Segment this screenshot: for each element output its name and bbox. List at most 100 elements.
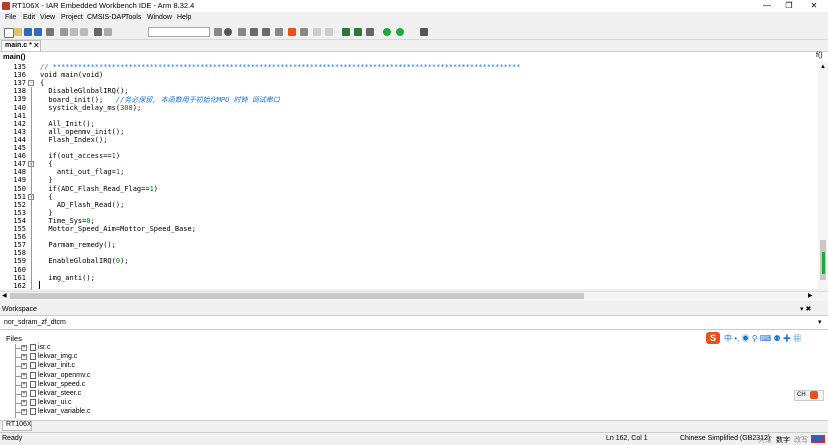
scroll-up-icon[interactable]: ▲ bbox=[820, 64, 826, 70]
code-line[interactable]: DisableGlobalIRQ(); bbox=[40, 87, 128, 95]
scroll-right-icon[interactable]: ▶ bbox=[808, 292, 813, 299]
tab-rt106x[interactable]: RT106X bbox=[2, 421, 32, 431]
open-file-icon[interactable] bbox=[14, 28, 22, 36]
toggle-bookmark-icon[interactable] bbox=[262, 28, 270, 36]
find-combo[interactable] bbox=[148, 27, 210, 37]
new-file-icon[interactable] bbox=[4, 28, 14, 38]
line-number: 154 bbox=[13, 216, 26, 225]
go-to-icon[interactable] bbox=[250, 28, 258, 36]
code-line[interactable]: // *************************************… bbox=[40, 63, 520, 71]
code-line[interactable]: if(ADC_Flash_Read_Flag==1) bbox=[40, 185, 158, 193]
find-icon[interactable] bbox=[224, 28, 232, 36]
code-line[interactable]: Parmam_remedy(); bbox=[40, 241, 115, 249]
encoding: Chinese Simplified (GB2312) bbox=[680, 435, 771, 442]
code-line[interactable]: { bbox=[40, 160, 52, 168]
code-line[interactable]: { bbox=[40, 193, 52, 201]
undo-icon[interactable] bbox=[94, 28, 102, 36]
ime-mini-indicator[interactable]: CH bbox=[794, 390, 824, 401]
run-icon[interactable] bbox=[383, 28, 391, 36]
save-all-icon[interactable] bbox=[34, 28, 42, 36]
line-number: 138 bbox=[13, 87, 26, 96]
code-line[interactable]: Time_Sys=0; bbox=[40, 217, 94, 225]
menu-cmsis-dap[interactable]: CMSIS-DAP bbox=[87, 14, 126, 21]
code-line[interactable]: void main(void) bbox=[40, 71, 103, 79]
ime-logo-icon[interactable]: S bbox=[706, 332, 720, 344]
current-function[interactable]: main() bbox=[3, 52, 26, 61]
code-line[interactable]: EnableGlobalIRQ(0); bbox=[40, 257, 128, 265]
expand-icon[interactable]: + bbox=[21, 363, 27, 370]
expand-icon[interactable]: + bbox=[21, 345, 27, 351]
scroll-left-icon[interactable]: ◀ bbox=[2, 292, 7, 299]
file-tree-item[interactable]: + lekvar_img.c bbox=[0, 353, 815, 362]
print-icon[interactable] bbox=[46, 28, 54, 36]
menu-view[interactable]: View bbox=[40, 14, 55, 21]
file-tree-item[interactable]: + isr.c bbox=[0, 344, 815, 353]
close-window-button[interactable]: ✕ bbox=[803, 0, 825, 12]
menu-file[interactable]: File bbox=[5, 14, 16, 21]
workspace-config-select[interactable]: nor_sdram_zf_dtcm ▾ bbox=[0, 317, 828, 330]
code-line[interactable]: img_anti(); bbox=[40, 274, 94, 282]
debug-no-download-icon[interactable] bbox=[354, 28, 362, 36]
menu-edit[interactable]: Edit bbox=[23, 14, 35, 21]
chevron-down-icon[interactable]: ▾ bbox=[818, 318, 822, 326]
expand-icon[interactable]: + bbox=[21, 409, 27, 416]
compile-icon[interactable] bbox=[313, 28, 321, 36]
back-icon[interactable] bbox=[275, 28, 283, 36]
code-line[interactable]: all_openmv_init(); bbox=[40, 128, 124, 136]
ime-toolbar[interactable]: S 中 •, ◉ ⚲ ⌨ ⚉ ✚ ▦ bbox=[706, 332, 826, 344]
workspace-window-controls[interactable]: ▾ ✖ bbox=[800, 305, 811, 313]
save-icon[interactable] bbox=[24, 28, 32, 36]
code-line[interactable]: { bbox=[40, 79, 44, 87]
menu-help[interactable]: Help bbox=[177, 14, 191, 21]
expand-icon[interactable]: + bbox=[21, 391, 27, 397]
download-debug-icon[interactable] bbox=[342, 28, 350, 36]
breakpoint-icon[interactable] bbox=[366, 28, 374, 36]
code-line[interactable]: All_Init(); bbox=[40, 120, 94, 128]
restore-button[interactable]: ❐ bbox=[778, 0, 800, 12]
tab-main-c[interactable]: main.c * ✕ bbox=[1, 40, 41, 51]
code-line[interactable]: AD_Flash_Read(); bbox=[40, 201, 124, 209]
editor-vertical-scrollbar[interactable]: ▲ bbox=[818, 62, 828, 289]
stop-build-icon[interactable] bbox=[396, 28, 404, 36]
file-tree-item[interactable]: + lekvar_steer.c bbox=[0, 390, 815, 399]
bookmark-icon[interactable] bbox=[288, 28, 296, 36]
fold-toggle-icon[interactable]: − bbox=[28, 80, 34, 87]
paste-icon[interactable] bbox=[80, 28, 88, 36]
forward-icon[interactable] bbox=[300, 28, 308, 36]
file-tree-item[interactable]: + lekvar_speed.c bbox=[0, 380, 815, 390]
expand-icon[interactable]: + bbox=[21, 381, 27, 388]
copy-icon[interactable] bbox=[70, 28, 78, 36]
make-icon[interactable] bbox=[325, 28, 333, 36]
code-line[interactable]: } bbox=[40, 176, 52, 184]
cut-icon[interactable] bbox=[60, 28, 68, 36]
file-tree-item[interactable]: + lekvar_variable.c bbox=[0, 408, 815, 417]
horizontal-scroll-thumb[interactable] bbox=[10, 293, 584, 299]
toolbar bbox=[0, 25, 828, 40]
menu-tools[interactable]: Tools bbox=[125, 14, 141, 21]
code-line[interactable]: Flash_Index(); bbox=[40, 136, 107, 144]
redo-icon[interactable] bbox=[104, 28, 112, 36]
file-tree-item[interactable]: + lekvar_init.c bbox=[0, 362, 815, 371]
code-line[interactable]: if(out_access==1) bbox=[40, 152, 120, 160]
find-prev-icon[interactable] bbox=[214, 28, 222, 36]
menu-project[interactable]: Project bbox=[61, 14, 83, 21]
status-bar: Ready Ln 162, Col 1 Chinese Simplified (… bbox=[0, 432, 828, 445]
editor-horizontal-scrollbar[interactable]: ◀ ▶ bbox=[0, 291, 828, 301]
close-tab-icon[interactable]: ✕ bbox=[33, 41, 40, 50]
minimize-button[interactable]: — bbox=[756, 0, 778, 12]
code-line[interactable]: systick_delay_ms(300); bbox=[40, 104, 141, 112]
expand-icon[interactable]: + bbox=[21, 400, 27, 407]
tools-icon[interactable] bbox=[420, 28, 428, 36]
code-line[interactable]: } bbox=[40, 209, 52, 217]
find-next-icon[interactable] bbox=[238, 28, 246, 36]
code-line[interactable]: Mottor_Speed_Aim=Mottor_Speed_Base; bbox=[40, 225, 196, 233]
code-line[interactable]: anti_out_flag=1; bbox=[40, 168, 124, 176]
menu-window[interactable]: Window bbox=[147, 14, 172, 21]
file-tree-item[interactable]: + lekvar_ui.c bbox=[0, 399, 815, 408]
expand-icon[interactable]: + bbox=[21, 372, 27, 379]
code-editor[interactable]: // *************************************… bbox=[0, 62, 828, 290]
file-tree-item[interactable]: + lekvar_openmv.c bbox=[0, 371, 815, 381]
function-list-icon[interactable]: f() bbox=[816, 52, 823, 59]
expand-icon[interactable]: + bbox=[21, 354, 27, 361]
ime-tools-icons[interactable]: 中 •, ◉ ⚲ ⌨ ⚉ ✚ ▦ bbox=[724, 333, 801, 344]
